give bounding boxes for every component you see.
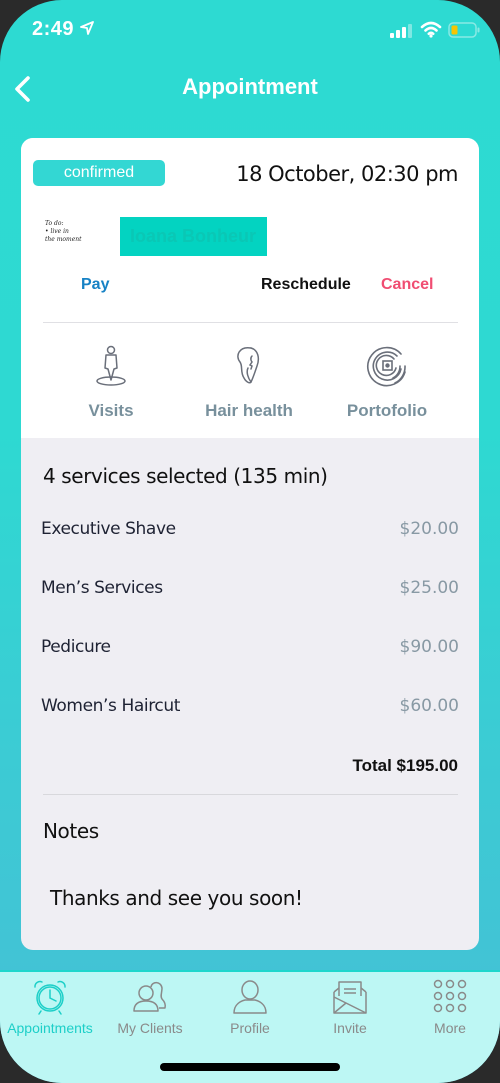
avatar-text-line: the moment [45,236,82,243]
tab-appointments[interactable]: Appointments [0,978,100,1036]
service-row: Men’s Services $25.00 [41,578,459,608]
pay-button[interactable]: Pay [81,276,109,294]
service-name: Women’s Haircut [41,696,180,716]
client-avatar[interactable]: To do: • live in the moment [45,220,95,258]
tab-invite[interactable]: Invite [300,978,400,1036]
alarm-clock-icon [34,980,66,1015]
total-price: Total $195.00 [352,756,458,775]
cancel-button[interactable]: Cancel [381,276,433,294]
home-indicator[interactable] [160,1063,340,1071]
portfolio-label: Portofolio [346,401,428,420]
service-name: Pedicure [41,637,111,657]
tab-label: My Clients [117,1020,183,1036]
notes-title: Notes [43,819,99,843]
avatar-text-line: To do: [45,220,64,227]
service-price: $90.00 [399,637,459,657]
wifi-icon [420,21,442,38]
person-pin-icon [96,345,126,386]
grid-dots-icon [433,979,467,1013]
hair-health-button[interactable]: Hair health [189,344,309,421]
visits-label: Visits [88,401,134,420]
avatar-text-line: • live in [45,228,69,235]
service-price: $25.00 [399,578,459,598]
location-arrow-icon [80,21,94,35]
tab-label: More [434,1020,466,1036]
appointment-datetime: 18 October, 02:30 pm [236,162,458,186]
appointment-summary: confirmed 18 October, 02:30 pm To do: • … [21,138,479,438]
hair-health-label: Hair health [205,401,293,420]
services-title: 4 services selected (135 min) [43,464,328,488]
page-title: Appointment [182,74,318,99]
tab-label: Profile [230,1020,270,1036]
reschedule-button[interactable]: Reschedule [261,276,351,294]
tab-more[interactable]: More [400,978,500,1036]
service-price: $20.00 [399,519,459,539]
camera-lens-icon [366,346,406,387]
users-icon [133,981,166,1012]
appointment-card: confirmed 18 October, 02:30 pm To do: • … [21,138,479,950]
service-name: Men’s Services [41,578,163,598]
service-price: $60.00 [399,696,459,716]
battery-icon [448,22,480,38]
divider [43,794,458,795]
portfolio-button[interactable]: Portofolio [327,344,447,421]
user-icon [233,980,267,1014]
notes-text: Thanks and see you soon! [50,886,303,910]
service-row: Executive Shave $20.00 [41,519,459,549]
service-name: Executive Shave [41,519,176,539]
service-row: Pedicure $90.00 [41,637,459,667]
tab-profile[interactable]: Profile [200,978,300,1036]
status-bar: 2:49 [0,0,500,60]
app-screen: 2:49 Appointment confirmed 18 October, 0… [0,0,500,1083]
tab-label: Invite [333,1020,367,1036]
status-time: 2:49 [32,18,75,40]
envelope-open-icon [333,981,367,1014]
client-name[interactable]: Ioana Bonheur [120,217,267,256]
divider [43,322,458,323]
hair-profile-icon [237,347,260,384]
service-row: Women’s Haircut $60.00 [41,696,459,726]
tab-label: Appointments [7,1020,93,1036]
nav-bar: Appointment [0,62,500,114]
tab-my-clients[interactable]: My Clients [100,978,200,1036]
visits-button[interactable]: Visits [51,344,171,421]
status-badge: confirmed [33,160,165,186]
signal-icon [390,24,412,38]
